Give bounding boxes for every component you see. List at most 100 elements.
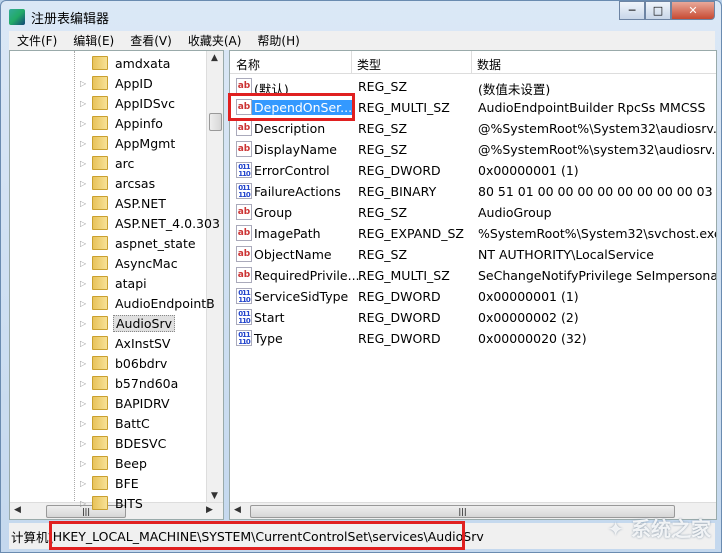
scroll-left-icon[interactable]: ◀ [234,505,241,515]
expand-arrow-icon[interactable]: ▷ [80,399,86,408]
tree-item[interactable]: ▷ arcsas [10,173,200,193]
string-value-icon: ab [236,204,252,220]
tree-item[interactable]: ▷ atapi [10,273,200,293]
tree-item[interactable]: ▷ AppMgmt [10,133,200,153]
value-row[interactable]: ab Description REG_SZ @%SystemRoot%\System3… [230,118,716,139]
expand-arrow-icon[interactable]: ▷ [80,139,86,148]
menu-edit[interactable]: 编辑(E) [65,32,122,49]
tree-item-label: b57nd60a [115,375,179,391]
tree-item[interactable]: ▷ BattC [10,413,200,433]
value-row[interactable]: ab DisplayName REG_SZ @%SystemRoot%\system3… [230,139,716,160]
menu-favorites[interactable]: 收藏夹(A) [180,32,250,49]
maximize-button[interactable]: □ [645,1,671,20]
value-name: ObjectName [254,247,332,262]
folder-icon [92,196,108,210]
value-row[interactable]: 011 110 FailureActions REG_BINARY 80 51 01 0… [230,181,716,202]
tree-item[interactable]: ▷ AppIDSvc [10,93,200,113]
folder-icon [92,176,108,190]
expand-arrow-icon[interactable]: ▷ [80,259,86,268]
value-data: 0x00000020 (32) [478,331,587,346]
value-row[interactable]: ab Group REG_SZ AudioGroup [230,202,716,223]
value-data: AudioGroup [478,205,552,220]
tree-item-label: BFE [115,475,139,491]
expand-arrow-icon[interactable]: ▷ [80,499,86,508]
status-prefix: 计算机\ [11,529,53,545]
value-row[interactable]: ab RequiredPrivile... REG_MULTI_SZ SeChange… [230,265,716,286]
value-data: %SystemRoot%\System32\svchost.exe -k [478,226,717,241]
expand-arrow-icon[interactable]: ▷ [80,479,86,488]
value-data: 0x00000002 (2) [478,310,579,325]
value-type: REG_DWORD [358,331,441,346]
value-row[interactable]: ab ImagePath REG_EXPAND_SZ %SystemRoot%\Sys… [230,223,716,244]
expand-arrow-icon[interactable]: ▷ [80,239,86,248]
column-name[interactable]: 名称 [236,56,260,73]
value-row[interactable]: 011 110 Type REG_DWORD 0x00000020 (32) [230,328,716,349]
expand-arrow-icon[interactable]: ▷ [80,99,86,108]
scroll-up-icon[interactable]: ▲ [211,53,218,63]
value-type: REG_SZ [358,205,408,220]
expand-arrow-icon[interactable]: ▷ [80,359,86,368]
tree-scroll-thumb[interactable] [209,113,222,131]
scroll-right-icon[interactable]: ▶ [206,505,213,515]
expand-arrow-icon[interactable]: ▷ [80,119,86,128]
tree-item[interactable]: ▷ AsyncMac [10,253,200,273]
expand-arrow-icon[interactable]: ▷ [80,159,86,168]
tree-item-label: Beep [115,455,147,471]
tree-item-label: AudioEndpointB [115,295,215,311]
expand-arrow-icon[interactable]: ▷ [80,379,86,388]
menu-view[interactable]: 查看(V) [122,32,180,49]
tree-item[interactable]: ▷ aspnet_state [10,233,200,253]
value-type: REG_SZ [358,121,408,136]
minimize-button[interactable]: ─ [619,1,645,20]
tree-item[interactable]: ▷ BDESVC [10,433,200,453]
menu-help[interactable]: 帮助(H) [249,32,307,49]
expand-arrow-icon[interactable]: ▷ [80,279,86,288]
tree-item[interactable]: amdxata [10,53,200,73]
scroll-down-icon[interactable]: ▼ [211,491,218,501]
expand-arrow-icon[interactable]: ▷ [80,419,86,428]
tree-item[interactable]: ▷ AppID [10,73,200,93]
tree-item[interactable]: ▷ AudioEndpointB [10,293,215,313]
tree-item-label: AudioSrv [113,314,175,332]
value-row[interactable]: 011 110 ServiceSidType REG_DWORD 0x00000001 … [230,286,716,307]
value-row[interactable]: 011 110 Start REG_DWORD 0x00000002 (2) [230,307,716,328]
column-data[interactable]: 数据 [477,56,501,73]
expand-arrow-icon[interactable]: ▷ [80,219,86,228]
column-type[interactable]: 类型 [357,56,381,73]
tree-item[interactable]: ▷ BITS [10,493,200,513]
folder-icon [92,396,108,410]
value-row[interactable]: ab ObjectName REG_SZ NT AUTHORITY\LocalServ… [230,244,716,265]
expand-arrow-icon[interactable]: ▷ [80,339,86,348]
value-name: DisplayName [254,142,337,157]
folder-icon [92,156,108,170]
tree-item-label: arc [115,155,135,171]
tree-item[interactable]: ▷ AudioSrv [10,313,200,333]
expand-arrow-icon[interactable]: ▷ [80,79,86,88]
binary-value-icon: 011 110 [236,309,252,325]
close-button[interactable]: ✕ [671,1,715,20]
tree-item[interactable]: ▷ Beep [10,453,200,473]
expand-arrow-icon[interactable]: ▷ [80,199,86,208]
expand-arrow-icon[interactable]: ▷ [80,439,86,448]
tree-item[interactable]: ▷ Appinfo [10,113,200,133]
tree-item[interactable]: ▷ b06bdrv [10,353,200,373]
tree-item[interactable]: ▷ ASP.NET_4.0.303 [10,213,220,233]
tree-item[interactable]: ▷ AxInstSV [10,333,200,353]
tree-item[interactable]: ▷ arc [10,153,200,173]
tree-item[interactable]: ▷ b57nd60a [10,373,200,393]
value-type: REG_DWORD [358,310,441,325]
menu-file[interactable]: 文件(F) [9,32,65,49]
string-value-icon: ab [236,141,252,157]
expand-arrow-icon[interactable]: ▷ [80,459,86,468]
tree-item[interactable]: ▷ BAPIDRV [10,393,200,413]
expand-arrow-icon[interactable]: ▷ [80,179,86,188]
expand-arrow-icon[interactable]: ▷ [80,319,86,328]
tree-item[interactable]: ▷ BFE [10,473,200,493]
tree-item-label: AppMgmt [115,135,176,151]
tree-vertical-scrollbar[interactable]: ▲ ▼ [206,51,223,503]
value-row[interactable]: 011 110 ErrorControl REG_DWORD 0x00000001 (1… [230,160,716,181]
binary-value-icon: 011 110 [236,183,252,199]
tree-item[interactable]: ▷ ASP.NET [10,193,200,213]
expand-arrow-icon[interactable]: ▷ [80,299,86,308]
value-data: SeChangeNotifyPrivilege SeImpersonatel [478,268,717,283]
